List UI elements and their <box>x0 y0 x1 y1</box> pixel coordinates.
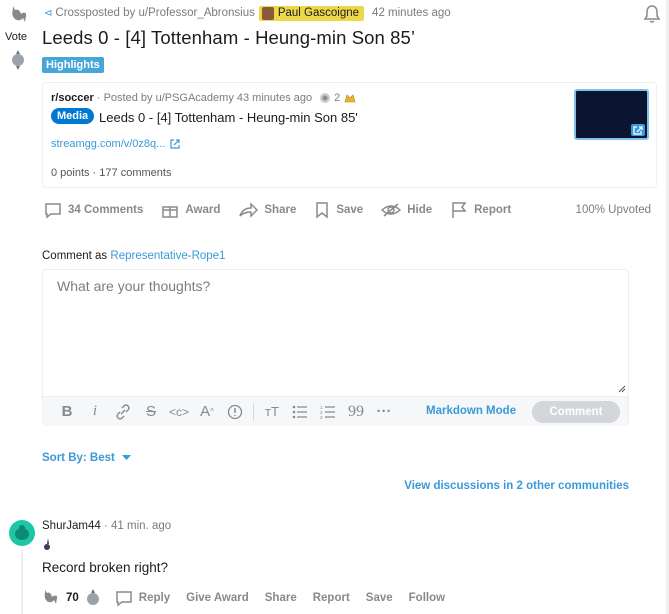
user-flair: Paul Gascoigne <box>258 5 365 21</box>
give-award-button[interactable]: Give Award <box>186 592 249 604</box>
rooster-upvote-icon[interactable] <box>9 4 29 28</box>
comment-icon <box>45 203 61 219</box>
follow-button[interactable]: Follow <box>409 592 445 604</box>
comment-input[interactable] <box>43 270 628 396</box>
media-tag[interactable]: Media <box>51 108 95 124</box>
resize-grip-icon[interactable] <box>616 383 626 393</box>
comment-save-button[interactable]: Save <box>366 592 393 604</box>
more-icon[interactable]: ··· <box>370 400 398 424</box>
crosspost-icon: ⊲ <box>44 7 53 19</box>
comments-button[interactable]: 34 Comments <box>44 201 143 219</box>
report-button[interactable]: Report <box>450 201 511 219</box>
share-label: Share <box>264 204 297 216</box>
flair-face-icon <box>261 6 274 20</box>
avatar[interactable] <box>9 520 35 546</box>
comment-score: 70 <box>66 592 79 604</box>
award-label: Award <box>185 204 221 216</box>
subreddit-link[interactable]: r/soccer <box>51 92 94 104</box>
original-poster: · Posted by u/PSGAcademy 43 minutes ago <box>96 92 313 104</box>
comment-editor: B i S <c> A^ тT 123 99 ··· Markdown Mode… <box>42 269 629 426</box>
post-actions: 34 Comments Award Share Save Hide Report <box>44 199 529 221</box>
comment-report-button[interactable]: Report <box>313 592 350 604</box>
editor-toolbar: B i S <c> A ^ тT 123 99 ··· Markdown Mode… <box>43 396 628 426</box>
flag-icon <box>452 202 467 218</box>
award-count: 2 <box>334 92 341 104</box>
view-other-discussions-link[interactable]: View discussions in 2 other communities <box>404 480 629 492</box>
snoo-avatar-icon <box>15 525 29 540</box>
report-label: Report <box>474 204 512 216</box>
vote-label: Vote <box>5 31 28 43</box>
crosspost-title[interactable]: Leeds 0 - [4] Tottenham - Heung-min Son … <box>99 110 358 125</box>
award-button[interactable]: Award <box>161 201 220 219</box>
markdown-mode-toggle[interactable]: Markdown Mode <box>426 405 516 417</box>
bulleted-list-icon[interactable] <box>286 400 314 424</box>
strikethrough-icon[interactable]: S <box>137 400 165 424</box>
current-username[interactable]: Representative-Rope1 <box>110 250 225 262</box>
sort-label: Sort By: Best <box>42 452 115 464</box>
media-thumbnail[interactable] <box>574 89 649 140</box>
crosspost-card[interactable]: r/soccer · Posted by u/PSGAcademy 43 min… <box>42 82 657 188</box>
comment-as-prefix: Comment as <box>42 250 108 262</box>
comment-time[interactable]: · 41 min. ago <box>104 520 171 532</box>
bookmark-icon <box>316 202 329 219</box>
flair-text: Paul Gascoigne <box>277 7 360 19</box>
toolbar-divider <box>253 402 254 421</box>
reply-label: Reply <box>138 592 171 604</box>
save-label: Save <box>336 204 364 216</box>
sort-dropdown[interactable]: Sort By: Best <box>42 452 131 464</box>
crosspost-card-meta: r/soccer · Posted by u/PSGAcademy 43 min… <box>51 92 357 104</box>
comment-as-line: Comment as Representative-Rope1 <box>42 250 225 262</box>
post-time[interactable]: 42 minutes ago <box>372 7 451 19</box>
save-button[interactable]: Save <box>314 201 363 219</box>
upvote-ratio: 100% Upvoted <box>575 204 651 216</box>
hide-button[interactable]: Hide <box>381 201 432 219</box>
quote-icon[interactable]: 99 <box>342 400 370 424</box>
italic-icon[interactable]: i <box>81 400 109 424</box>
gift-icon <box>162 206 179 218</box>
comment-downvote-icon[interactable] <box>85 588 101 608</box>
hide-icon <box>381 203 402 217</box>
crosspost-meta: ⊲ Crossposted by u/Professor_Abronsius P… <box>44 4 451 22</box>
comment-body: Record broken right? <box>42 560 169 575</box>
share-icon <box>239 202 259 218</box>
thumbnail-link-icon <box>631 124 645 136</box>
comment-actions: 70 Reply Give Award Share Report Save Fo… <box>42 588 461 608</box>
comments-label: 34 Comments <box>68 204 144 216</box>
heading-icon[interactable]: тT <box>258 400 286 424</box>
reply-button[interactable]: Reply <box>115 589 170 607</box>
hide-label: Hide <box>407 204 433 216</box>
comment-meta: ShurJam44 · 41 min. ago <box>42 520 171 532</box>
thread-line[interactable] <box>21 550 23 614</box>
post-title[interactable]: Leeds 0 - [4] Tottenham - Heung-min Son … <box>42 27 415 49</box>
superscript-icon[interactable]: A ^ <box>193 400 221 424</box>
submit-comment-button[interactable]: Comment <box>532 401 620 423</box>
award-icon <box>318 92 332 104</box>
crosspost-prefix: Crossposted by <box>55 7 136 19</box>
vote-column: Vote <box>0 0 34 80</box>
link-icon[interactable] <box>109 400 137 424</box>
comment-upvote-icon[interactable] <box>42 588 60 608</box>
spoiler-icon[interactable] <box>221 400 249 424</box>
share-button[interactable]: Share <box>238 201 296 219</box>
inline-code-icon[interactable]: <c> <box>165 400 193 424</box>
external-link-text[interactable]: streamgg.com/v/0z8q... <box>51 138 165 150</box>
reply-icon <box>116 591 132 607</box>
gold-award-icon <box>343 92 357 104</box>
rooster-downvote-icon[interactable] <box>10 48 26 72</box>
svg-text:3: 3 <box>320 415 323 419</box>
bold-icon[interactable]: B <box>53 400 81 424</box>
crosspost-user[interactable]: u/Professor_Abronsius <box>139 7 255 19</box>
post-flair-tag[interactable]: Highlights <box>42 57 104 73</box>
comment-author[interactable]: ShurJam44 <box>42 520 101 532</box>
numbered-list-icon[interactable]: 123 <box>314 400 342 424</box>
bell-icon[interactable] <box>642 4 662 24</box>
chevron-down-icon <box>121 455 131 461</box>
external-link[interactable]: streamgg.com/v/0z8q... <box>51 138 180 150</box>
crosspost-stats[interactable]: 0 points · 177 comments <box>51 167 171 179</box>
spurs-flair-icon <box>44 538 50 550</box>
comment-share-button[interactable]: Share <box>265 592 297 604</box>
external-link-icon <box>170 139 180 149</box>
